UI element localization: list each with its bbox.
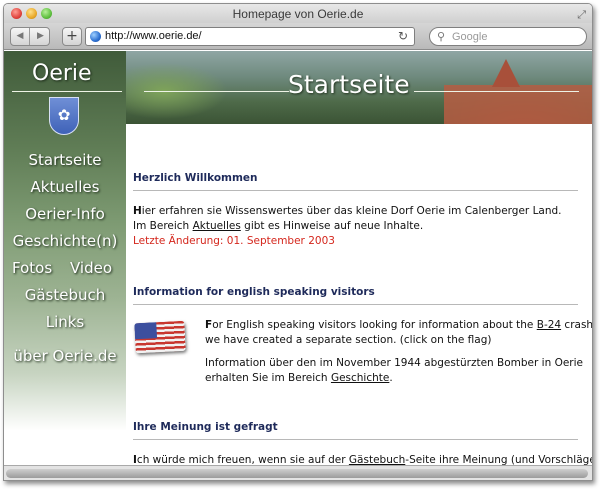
fullscreen-icon[interactable]: ⤢ (577, 8, 586, 22)
section-divider (133, 304, 578, 305)
castle-tower-image (492, 59, 520, 87)
welcome-text-line2: Im Bereich Aktuelles gibt es Hinweise au… (133, 220, 423, 232)
drop-letter: H (133, 205, 142, 217)
us-flag-icon[interactable] (134, 320, 186, 354)
banner-rule-left (144, 91, 289, 92)
url-text[interactable]: http://www.oerie.de/ (105, 30, 202, 42)
welcome-text-line1: Hier erfahren sie Wissenswertes über das… (133, 205, 562, 217)
bomber-text-line1: Information über den im November 1944 ab… (205, 357, 583, 369)
english-text-line2: we have created a separate section. (cli… (205, 334, 492, 346)
window-title: Homepage von Oerie.de (232, 7, 364, 21)
opinion-text-line1: Ich würde mich freuen, wenn sie auf der … (133, 454, 592, 465)
english-text: or English speaking visitors looking for… (212, 319, 537, 331)
sidebar-item-gaestebuch[interactable]: Gästebuch (4, 286, 126, 304)
english-text-line1: For English speaking visitors looking fo… (205, 319, 592, 331)
sidebar-item-oerier-info[interactable]: Oerier-Info (4, 205, 126, 223)
opinion-text: ch würde mich freuen, wenn sie auf der (136, 454, 349, 465)
main-content: Herzlich Willkommen Hier erfahren sie Wi… (127, 124, 592, 465)
welcome-heading: Herzlich Willkommen (133, 172, 258, 184)
b24-link[interactable]: B-24 (537, 319, 561, 331)
title-bar: Homepage von Oerie.de ⤢ (4, 4, 592, 23)
sidebar-item-ueber-oerie[interactable]: über Oerie.de (4, 347, 126, 365)
section-divider (133, 190, 578, 191)
welcome-text: Im Bereich (133, 220, 193, 232)
search-icon[interactable]: ⚲ (437, 30, 445, 43)
browser-window: Homepage von Oerie.de ⤢ ◀ ▶ + http://www… (3, 3, 593, 481)
sidebar-item-links[interactable]: Links (4, 313, 126, 331)
gaestebuch-link[interactable]: Gästebuch (349, 454, 405, 465)
search-field[interactable]: ⚲ (429, 27, 587, 46)
banner-rule-right (414, 91, 579, 92)
page-viewport: Startseite Oerie ✿ Startseite Aktuelles … (4, 51, 592, 465)
sidebar-nav: Oerie ✿ Startseite Aktuelles Oerier-Info… (4, 51, 126, 431)
opinion-heading: Ihre Meinung ist gefragt (133, 421, 278, 433)
navigation-buttons: ◀ ▶ (10, 27, 50, 46)
coat-of-arms-icon: ✿ (49, 97, 79, 135)
english-text: crash (561, 319, 592, 331)
last-change-notice: Letzte Änderung: 01. September 2003 (133, 235, 335, 247)
bomber-text-line2: erhalten Sie im Bereich Geschichte. (205, 372, 393, 384)
browser-toolbar: ◀ ▶ + http://www.oerie.de/ ↻ ⚲ (4, 23, 592, 50)
forward-button[interactable]: ▶ (31, 28, 50, 45)
section-divider (133, 439, 578, 440)
sidebar-item-video[interactable]: Video (70, 259, 112, 277)
reload-icon[interactable]: ↻ (398, 29, 408, 43)
welcome-text: ier erfahren sie Wissenswertes über das … (141, 205, 562, 217)
scrollbar-thumb[interactable] (6, 469, 588, 478)
sidebar-rule (12, 91, 122, 92)
bomber-text: erhalten Sie im Bereich (205, 372, 331, 384)
site-name: Oerie (32, 61, 92, 86)
bomber-text: . (389, 372, 393, 384)
welcome-text: gibt es Hinweise auf neue Inhalte. (240, 220, 424, 232)
search-input[interactable] (452, 29, 580, 44)
opinion-text: -Seite ihre Meinung (und Vorschläge) (405, 454, 592, 465)
sidebar-item-fotos[interactable]: Fotos (12, 259, 52, 277)
sidebar-item-geschichten[interactable]: Geschichte(n) (4, 232, 126, 250)
back-button[interactable]: ◀ (11, 28, 30, 45)
page-title: Startseite (288, 70, 410, 99)
globe-icon (90, 31, 101, 42)
address-bar[interactable]: http://www.oerie.de/ ↻ (85, 27, 415, 46)
horizontal-scrollbar[interactable] (4, 465, 592, 480)
aktuelles-link[interactable]: Aktuelles (193, 220, 241, 232)
sidebar-item-startseite[interactable]: Startseite (4, 151, 126, 169)
geschichte-link[interactable]: Geschichte (331, 372, 389, 384)
sidebar-item-aktuelles[interactable]: Aktuelles (4, 178, 126, 196)
english-heading: Information for english speaking visitor… (133, 286, 375, 298)
add-bookmark-button[interactable]: + (62, 27, 82, 46)
